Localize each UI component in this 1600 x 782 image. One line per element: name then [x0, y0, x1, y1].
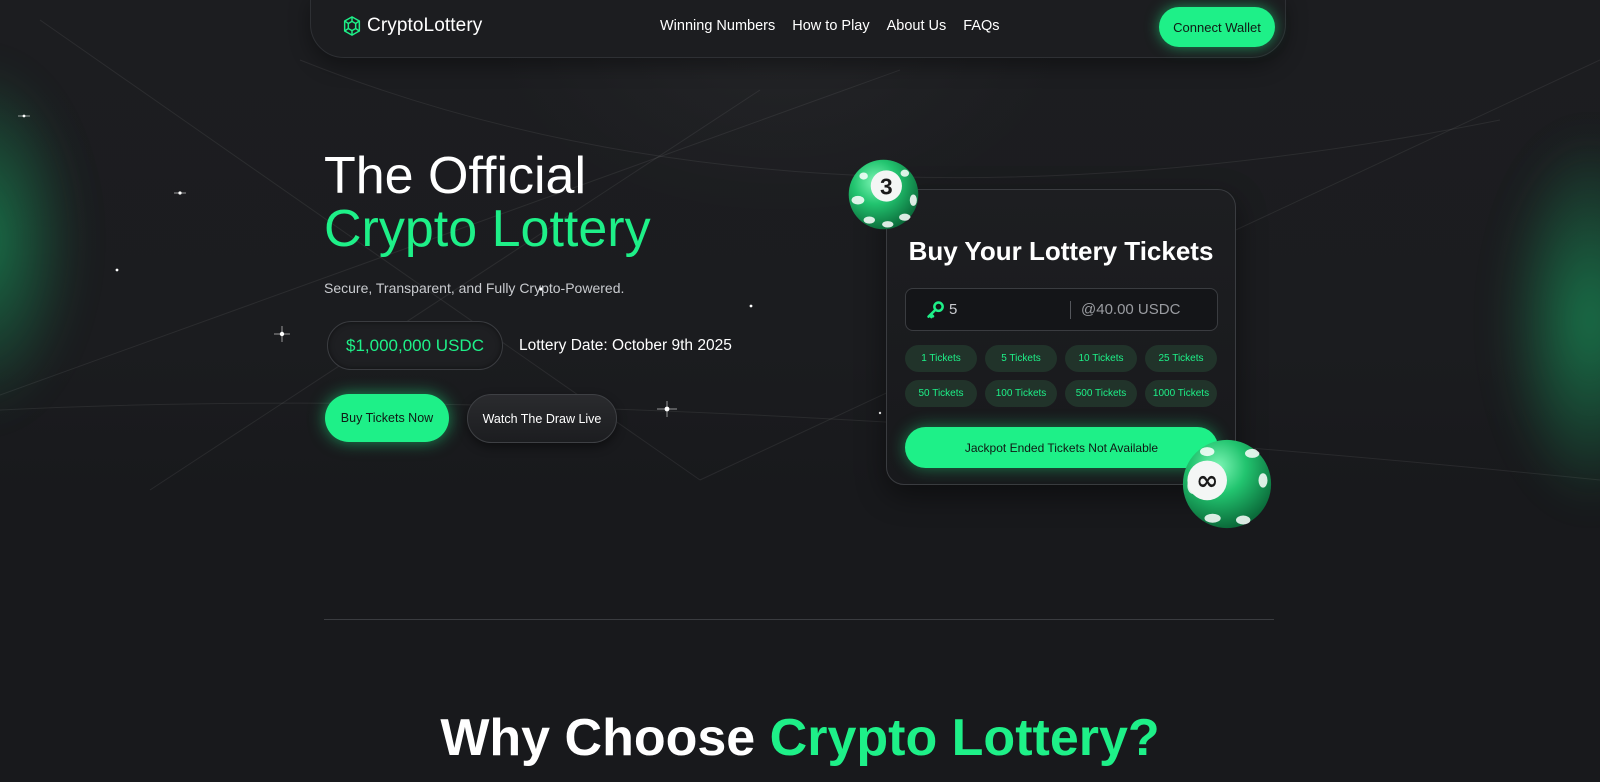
ball-top-number: 3 — [880, 174, 893, 200]
hero-title: The Official Crypto Lottery — [324, 150, 651, 256]
hero-title-line2: Crypto Lottery — [324, 200, 651, 258]
preset-1000-tickets[interactable]: 1000 Tickets — [1145, 380, 1217, 407]
preset-50-tickets[interactable]: 50 Tickets — [905, 380, 977, 407]
ticket-presets: 1 Tickets 5 Tickets 10 Tickets 25 Ticket… — [905, 345, 1219, 407]
nav-links: Winning Numbers How to Play About Us FAQ… — [660, 18, 1000, 34]
nav-link-about-us[interactable]: About Us — [887, 18, 947, 34]
buy-tickets-now-button[interactable]: Buy Tickets Now — [325, 394, 449, 442]
preset-10-tickets[interactable]: 10 Tickets — [1065, 345, 1137, 372]
why-title-green: Crypto Lottery? — [769, 709, 1160, 767]
page: CryptoLottery Winning Numbers How to Pla… — [0, 0, 1600, 782]
price-separator — [1070, 301, 1071, 319]
ticket-card-title: Buy Your Lottery Tickets — [908, 236, 1214, 266]
ticket-price: @40.00 USDC — [1081, 301, 1181, 318]
why-choose-title: Why Choose Crypto Lottery? — [0, 708, 1600, 768]
nav-link-faqs[interactable]: FAQs — [963, 18, 999, 34]
background-star-lines — [0, 19, 1600, 491]
jackpot-ended-button[interactable]: Jackpot Ended Tickets Not Available — [905, 427, 1218, 468]
preset-500-tickets[interactable]: 500 Tickets — [1065, 380, 1137, 407]
preset-5-tickets[interactable]: 5 Tickets — [985, 345, 1057, 372]
ticket-quantity-field[interactable]: 5 @40.00 USDC — [905, 288, 1218, 331]
preset-100-tickets[interactable]: 100 Tickets — [985, 380, 1057, 407]
prize-amount-badge: $1,000,000 USDC — [327, 321, 503, 370]
section-divider — [324, 619, 1274, 620]
lottery-date: Lottery Date: October 9th 2025 — [519, 337, 732, 354]
preset-25-tickets[interactable]: 25 Tickets — [1145, 345, 1217, 372]
cube-network-icon — [343, 16, 361, 36]
ticket-quantity-value[interactable]: 5 — [949, 301, 957, 318]
connect-wallet-button[interactable]: Connect Wallet — [1159, 7, 1275, 47]
key-icon — [927, 301, 944, 319]
nav-link-how-to-play[interactable]: How to Play — [792, 18, 869, 34]
hero-subtitle: Secure, Transparent, and Fully Crypto-Po… — [324, 280, 625, 296]
why-title-white: Why Choose — [440, 709, 770, 767]
lottery-ball-icon: ∞ — [1182, 439, 1272, 529]
logo-text: CryptoLottery — [367, 15, 483, 36]
ball-bottom-symbol: ∞ — [1196, 465, 1219, 496]
preset-1-tickets[interactable]: 1 Tickets — [905, 345, 977, 372]
brand-logo[interactable]: CryptoLottery — [341, 15, 482, 37]
watch-draw-live-button[interactable]: Watch The Draw Live — [467, 394, 617, 443]
hero-title-line1: The Official — [324, 147, 587, 205]
lottery-ball-icon: 3 — [848, 159, 919, 230]
nav-link-winning-numbers[interactable]: Winning Numbers — [660, 18, 775, 34]
top-navbar: CryptoLottery Winning Numbers How to Pla… — [310, 0, 1286, 58]
buy-tickets-card: Buy Your Lottery Tickets 5 @40.00 USDC 1… — [886, 189, 1236, 485]
